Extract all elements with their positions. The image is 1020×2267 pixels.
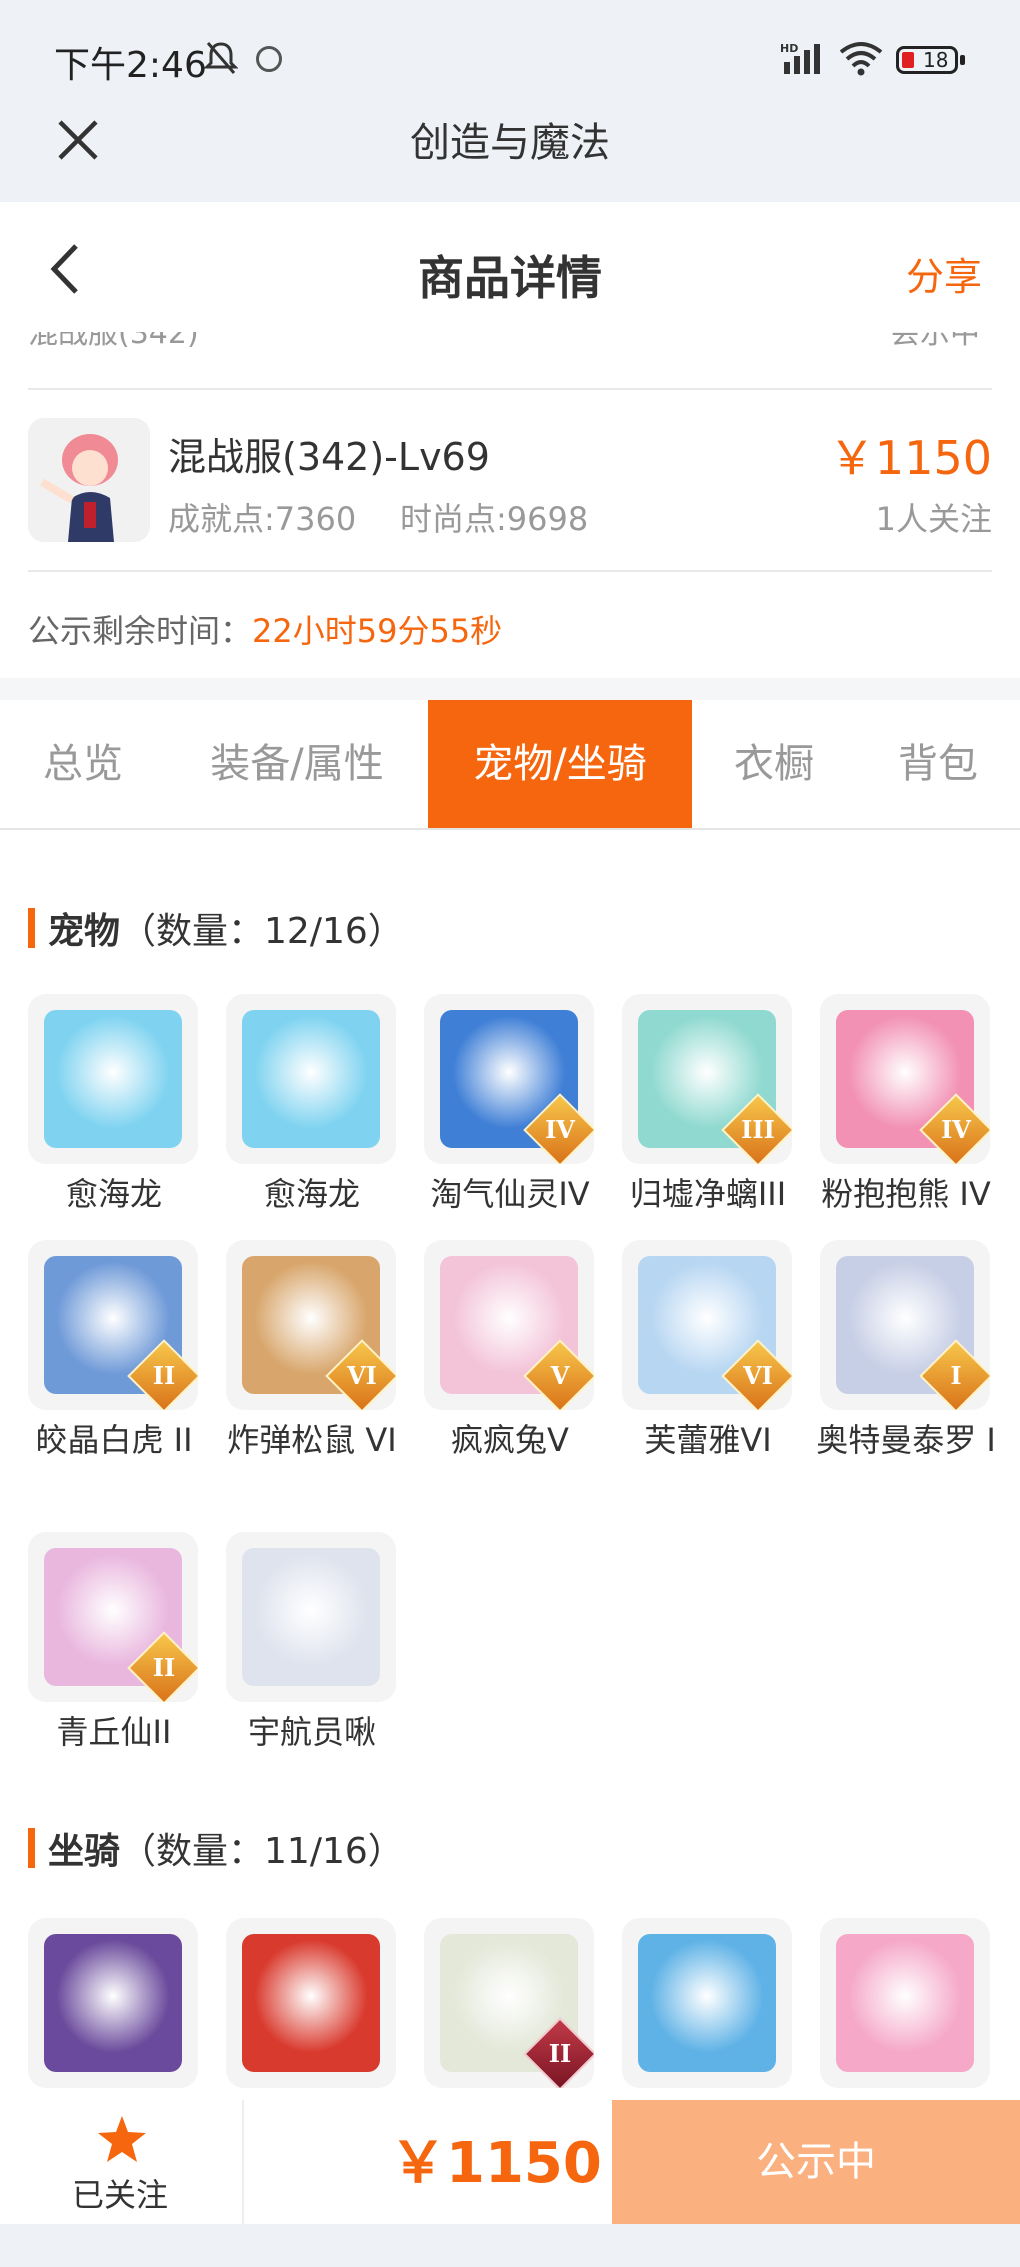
system-nav-area — [0, 2224, 1020, 2267]
page-title: 商品详情 — [418, 251, 602, 305]
app-title-bar: 创造与魔法 — [0, 100, 1020, 202]
mount-image — [226, 1918, 396, 2088]
app-title: 创造与魔法 — [410, 120, 610, 166]
grade-label: I — [950, 1361, 962, 1390]
mounts-count: （数量：11/16） — [120, 1831, 404, 1872]
pets-section-title: 宠物（数量：12/16） — [28, 902, 404, 954]
mount-art — [44, 1934, 182, 2072]
wifi-icon — [839, 42, 883, 76]
pet-name: 粉抱抱熊 IV — [821, 1175, 991, 1213]
grade-label: II — [152, 1361, 176, 1390]
publicity-status-button[interactable]: 公示中 — [612, 2100, 1020, 2224]
mounts-title: 坐骑 — [48, 1831, 121, 1872]
pet-image: II — [28, 1240, 198, 1410]
pet-image: II — [28, 1532, 198, 1702]
section-gap — [0, 678, 1020, 700]
pet-name: 愈海龙 — [263, 1175, 360, 1213]
grade-label: VI — [347, 1361, 377, 1390]
tab-wardrobe[interactable]: 衣橱 — [692, 700, 856, 828]
product-detail-page: 商品详情 分享 混战服(342) 会示中 混战服(342)-Lv69 成就点:7… — [0, 202, 1020, 2100]
pet-name: 青丘仙II — [56, 1713, 172, 1751]
grade-label: II — [152, 1653, 176, 1682]
mount-art — [242, 1934, 380, 2072]
tab-equipment[interactable]: 装备/属性 — [166, 700, 428, 828]
grade-label: IV — [545, 1115, 575, 1144]
tab-overview[interactable]: 总览 — [0, 700, 166, 828]
pet-art — [242, 1548, 380, 1686]
product-price: ￥1150 — [828, 431, 992, 485]
pet-art — [44, 1010, 182, 1148]
publicity-countdown: 公示剩余时间：22小时59分55秒 — [28, 606, 502, 652]
pet-image: VI — [226, 1240, 396, 1410]
pet-art — [242, 1010, 380, 1148]
pet-image: IV — [820, 994, 990, 1164]
grade-label: IV — [941, 1115, 971, 1144]
pet-name: 炸弹松鼠 VI — [227, 1421, 397, 1459]
pets-count: （数量：12/16） — [120, 911, 404, 952]
pets-title: 宠物 — [48, 911, 121, 952]
pet-image — [28, 994, 198, 1164]
grade-label: V — [550, 1361, 570, 1390]
notification-app-icon — [256, 46, 282, 72]
grade-label: III — [741, 1115, 775, 1144]
signal-icon: HD — [780, 42, 820, 74]
tab-bar: 总览 装备/属性 宠物/坐骑 衣橱 背包 — [0, 700, 1020, 830]
mounts-section-title: 坐骑（数量：11/16） — [28, 1822, 404, 1874]
character-avatar — [28, 418, 150, 542]
follow-button[interactable]: 已关注 — [0, 2100, 240, 2224]
pet-name: 宇航员啾 — [247, 1713, 376, 1751]
countdown-value: 22小时59分55秒 — [252, 612, 503, 650]
pet-name: 愈海龙 — [65, 1175, 162, 1213]
pet-image: V — [424, 1240, 594, 1410]
pet-image: VI — [622, 1240, 792, 1410]
battery-icon: 18 — [896, 46, 965, 74]
nav-bar: 商品详情 分享 — [0, 202, 1020, 332]
status-time: 下午2:46 — [54, 45, 207, 86]
mount-image: II — [424, 1918, 594, 2088]
pet-name: 归墟净螭III — [629, 1175, 787, 1213]
battery-level: 18 — [923, 48, 949, 72]
pet-image: III — [622, 994, 792, 1164]
pet-name: 疯疯兔V — [451, 1421, 569, 1459]
follower-count: 1人关注 — [875, 500, 992, 538]
mount-image — [820, 1918, 990, 2088]
tab-backpack[interactable]: 背包 — [856, 700, 1020, 828]
pet-name: 奥特曼泰罗 I — [816, 1421, 996, 1459]
product-name: 混战服(342)-Lv69 — [168, 435, 490, 479]
achievement-points: 成就点:7360 — [168, 500, 357, 538]
pet-image — [226, 994, 396, 1164]
star-icon — [98, 2116, 146, 2162]
mount-art — [638, 1934, 776, 2072]
pet-image — [226, 1532, 396, 1702]
divider — [28, 388, 992, 390]
follow-label: 已关注 — [71, 2176, 168, 2214]
pet-name: 芙蕾雅VI — [644, 1421, 772, 1459]
bell-muted-icon — [204, 42, 238, 74]
pet-name: 淘气仙灵IV — [430, 1175, 590, 1213]
fashion-points: 时尚点:9698 — [400, 500, 589, 538]
divider — [242, 2100, 244, 2224]
mount-image — [28, 1918, 198, 2088]
pet-image: I — [820, 1240, 990, 1410]
share-button[interactable]: 分享 — [906, 246, 982, 301]
divider — [28, 570, 992, 572]
grade-label: II — [548, 2039, 572, 2068]
mount-image — [622, 1918, 792, 2088]
bottom-action-bar: 已关注 ￥1150 公示中 — [0, 2100, 1020, 2224]
mount-art — [836, 1934, 974, 2072]
pet-name: 皎晶白虎 II — [35, 1421, 193, 1459]
tab-pets-mounts[interactable]: 宠物/坐骑 — [428, 700, 692, 828]
pet-image: IV — [424, 994, 594, 1164]
product-summary[interactable]: 混战服(342)-Lv69 成就点:7360 时尚点:9698 ￥1150 1人… — [28, 418, 992, 548]
svg-text:HD: HD — [780, 42, 798, 55]
grade-label: VI — [743, 1361, 773, 1390]
bottom-price: ￥1150 — [390, 2131, 602, 2196]
countdown-label: 公示剩余时间： — [28, 612, 253, 650]
